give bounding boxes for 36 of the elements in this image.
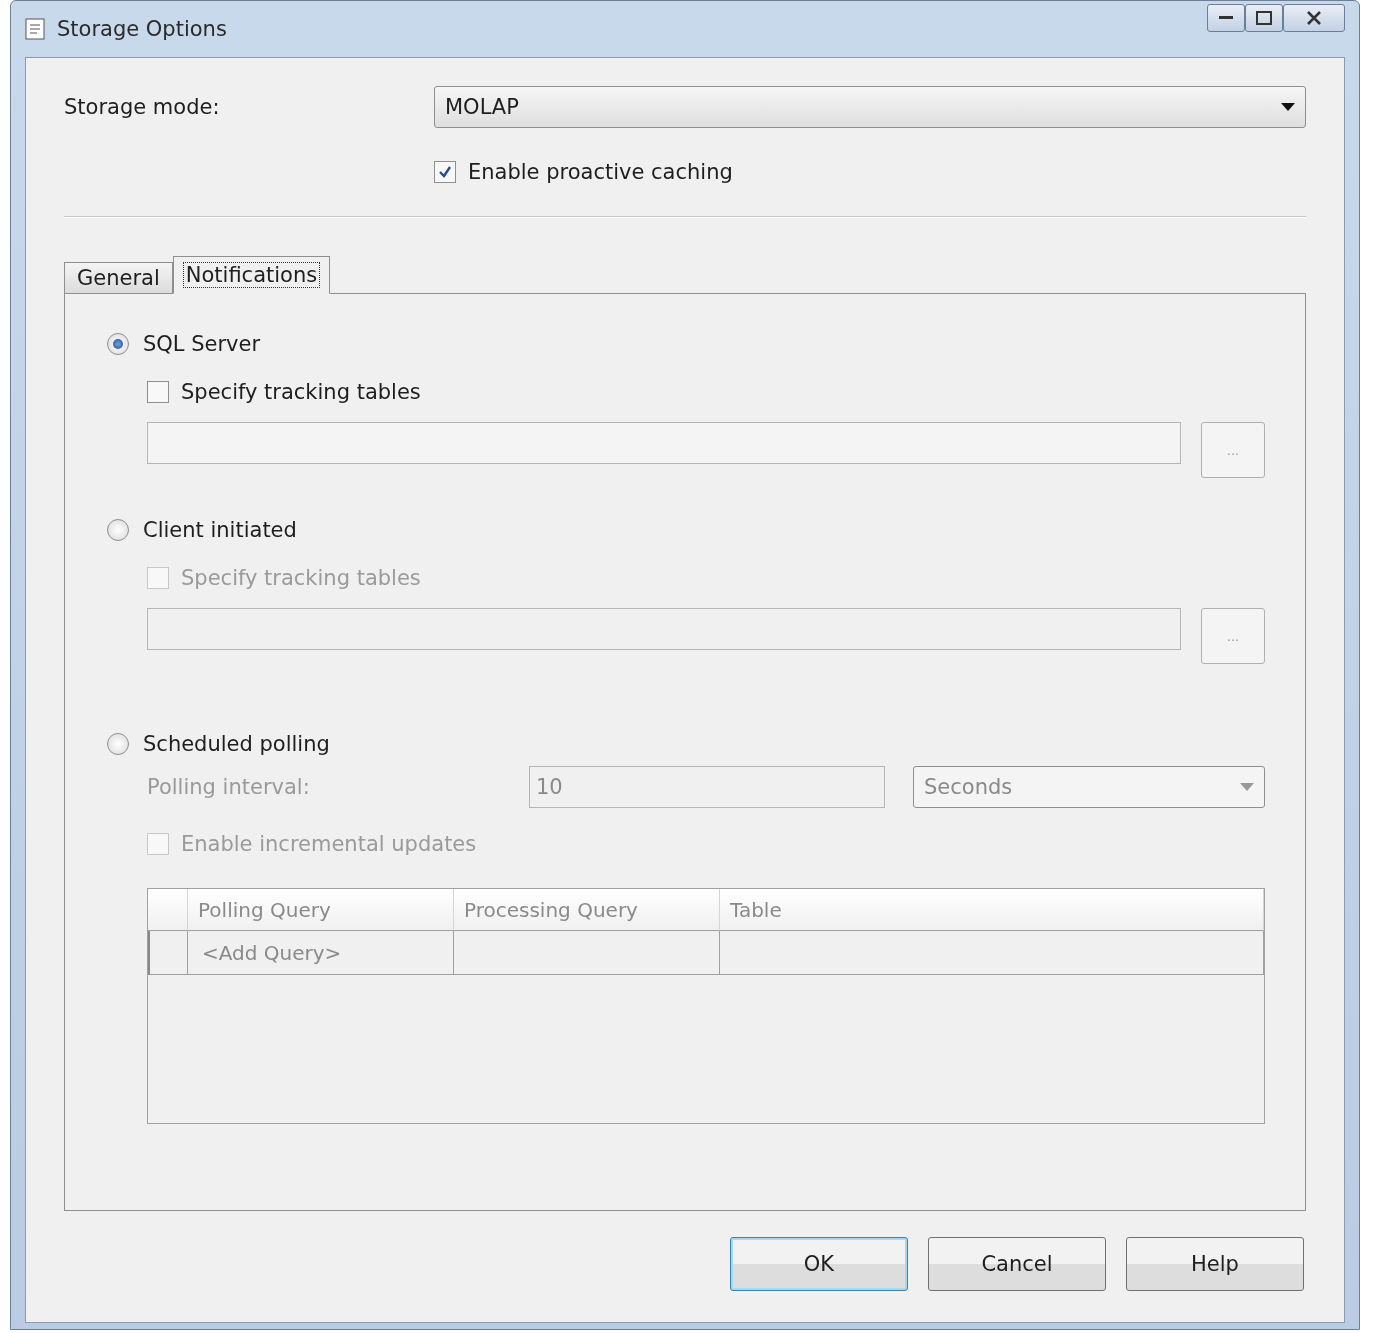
tab[interactable]: General [64, 262, 173, 294]
option-label: Scheduled polling [143, 732, 330, 756]
dialog-button[interactable]: OK [730, 1237, 908, 1291]
radio-button[interactable] [107, 333, 129, 355]
polling-interval-label: Polling interval: [147, 775, 311, 799]
maximize-icon [1256, 11, 1272, 25]
option-label: Client initiated [143, 518, 297, 542]
checkbox-label: Specify tracking tables [181, 566, 421, 590]
row-header-corner [148, 889, 188, 931]
checkbox[interactable] [147, 381, 169, 403]
column-header: Polling Query [188, 889, 454, 931]
tab[interactable]: Notifications [172, 256, 331, 294]
checkbox-label: Specify tracking tables [181, 380, 421, 404]
dialog-button[interactable]: Help [1126, 1237, 1304, 1291]
storage-mode-label: Storage mode: [64, 95, 221, 119]
storage-mode-dropdown[interactable]: MOLAP [434, 86, 1306, 128]
maximize-button[interactable] [1245, 4, 1283, 32]
dialog-button[interactable]: Cancel [928, 1237, 1106, 1291]
column-header: Table [720, 889, 1264, 931]
close-icon [1306, 11, 1322, 25]
checkbox-label: Enable incremental updates [181, 832, 477, 856]
dropdown-caret-icon [1281, 103, 1295, 111]
option-label: SQL Server [143, 332, 261, 356]
tracking-tables-field[interactable] [147, 608, 1181, 650]
checkbox-label: Enable proactive caching [468, 160, 733, 184]
dropdown-caret-icon [1240, 783, 1254, 791]
document-icon [25, 18, 45, 40]
minimize-icon [1219, 16, 1233, 20]
check-icon [438, 165, 452, 179]
close-button[interactable] [1283, 4, 1345, 32]
radio-button[interactable] [107, 519, 129, 541]
checkbox[interactable] [434, 161, 456, 183]
column-header: Processing Query [454, 889, 720, 931]
window-title: Storage Options [57, 17, 228, 41]
minimize-button[interactable] [1207, 4, 1245, 32]
tracking-tables-field[interactable] [147, 422, 1181, 464]
